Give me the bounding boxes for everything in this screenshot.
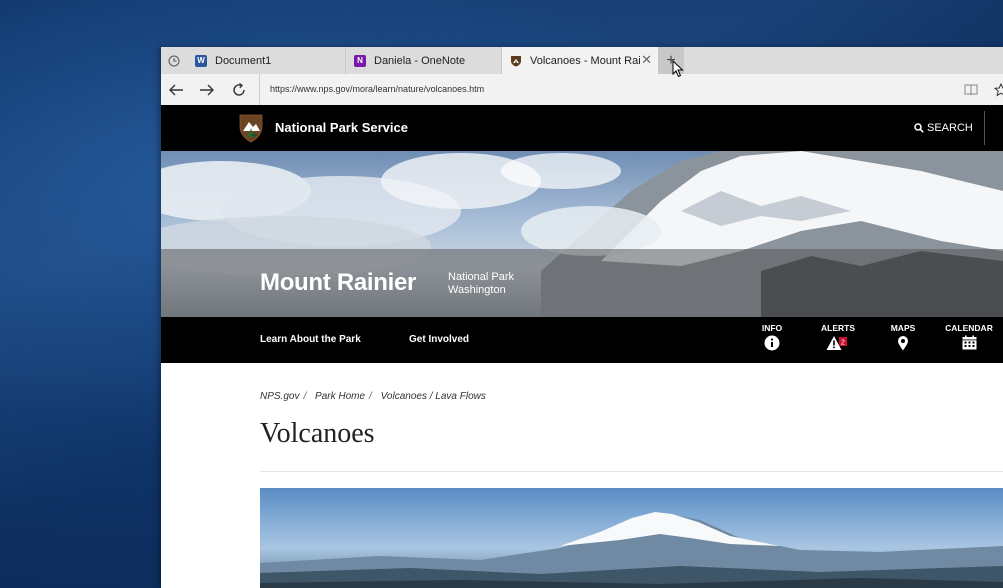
nav-calendar[interactable]: CALENDAR xyxy=(943,323,995,359)
breadcrumb-separator: / xyxy=(369,391,372,402)
header-divider xyxy=(984,111,985,145)
nav-learn-about-the-park[interactable]: Learn About the Park xyxy=(260,317,361,363)
tab-label: Document1 xyxy=(215,54,272,67)
nps-title[interactable]: National Park Service xyxy=(275,105,408,151)
refresh-icon xyxy=(233,82,245,96)
park-name[interactable]: Mount Rainier xyxy=(260,249,416,317)
clock-icon xyxy=(168,55,180,66)
info-icon xyxy=(764,335,780,351)
favorite-button[interactable] xyxy=(992,81,1003,99)
tab-history-button[interactable] xyxy=(161,47,187,74)
word-icon: W xyxy=(195,54,207,67)
breadcrumb-park-home[interactable]: Park Home xyxy=(315,391,365,402)
nav-info[interactable]: INFO xyxy=(746,323,798,359)
map-pin-icon xyxy=(898,336,908,351)
refresh-button[interactable] xyxy=(229,80,249,100)
breadcrumb-nps-gov[interactable]: NPS.gov xyxy=(260,391,299,402)
park-designation: National Park Washington xyxy=(448,271,514,297)
nav-maps-label: MAPS xyxy=(890,323,916,333)
nav-calendar-label: CALENDAR xyxy=(945,323,993,333)
tab-label: Volcanoes - Mount Rai xyxy=(530,54,641,67)
nav-info-label: INFO xyxy=(761,323,783,333)
park-type: National Park xyxy=(448,271,515,283)
search-label: SEARCH xyxy=(927,122,973,134)
url-field[interactable]: https://www.nps.gov/mora/learn/nature/vo… xyxy=(259,74,484,105)
park-state: Washington xyxy=(448,284,506,296)
breadcrumb-separator: / xyxy=(303,391,307,402)
forward-button[interactable] xyxy=(197,80,217,100)
close-tab-icon[interactable]: ✕ xyxy=(641,53,652,67)
nps-favicon-icon xyxy=(510,55,522,67)
nav-alerts-label: ALERTS xyxy=(821,323,855,333)
nps-arrowhead-logo[interactable] xyxy=(239,113,263,143)
arrow-left-icon xyxy=(169,84,183,96)
mount-rainier-image xyxy=(260,512,1003,588)
hero-banner: Mount Rainier National Park Washington xyxy=(161,151,1003,317)
browser-window: W Document1 N Daniela - OneNote Volcanoe… xyxy=(161,47,1003,588)
volcano-photo xyxy=(260,488,1003,588)
tab-onenote[interactable]: N Daniela - OneNote xyxy=(346,47,502,74)
back-button[interactable] xyxy=(166,80,186,100)
address-bar: https://www.nps.gov/mora/learn/nature/vo… xyxy=(161,74,1003,106)
star-icon xyxy=(994,83,1003,97)
search-icon xyxy=(914,123,924,133)
park-nav: Learn About the Park Get Involved INFO A… xyxy=(161,317,1003,363)
breadcrumb: NPS.gov / Park Home / Volcanoes / Lava Flo… xyxy=(260,391,486,402)
onenote-icon: N xyxy=(354,54,366,67)
nav-maps[interactable]: MAPS xyxy=(877,323,929,359)
alert-count-badge: 2 xyxy=(841,340,845,347)
tab-bar: W Document1 N Daniela - OneNote Volcanoe… xyxy=(161,47,1003,74)
tab-label: Daniela - OneNote xyxy=(374,54,466,67)
alert-icon: 2 xyxy=(826,336,847,350)
nav-get-involved[interactable]: Get Involved xyxy=(409,317,469,363)
nav-alerts[interactable]: ALERTS 2 xyxy=(812,323,864,359)
reading-view-button[interactable] xyxy=(962,81,980,99)
breadcrumb-current: Volcanoes / Lava Flows xyxy=(380,391,486,402)
calendar-icon xyxy=(962,335,976,350)
title-divider xyxy=(260,471,1003,472)
tab-volcanoes[interactable]: Volcanoes - Mount Rai ✕ xyxy=(502,47,658,74)
book-icon xyxy=(964,84,978,96)
page-title: Volcanoes xyxy=(260,418,375,449)
tab-document1[interactable]: W Document1 xyxy=(187,47,346,74)
nps-header: National Park Service SEARCH xyxy=(161,105,1003,151)
search-button[interactable]: SEARCH xyxy=(914,105,973,151)
arrow-right-icon xyxy=(200,84,214,96)
mouse-cursor-icon xyxy=(672,60,684,78)
